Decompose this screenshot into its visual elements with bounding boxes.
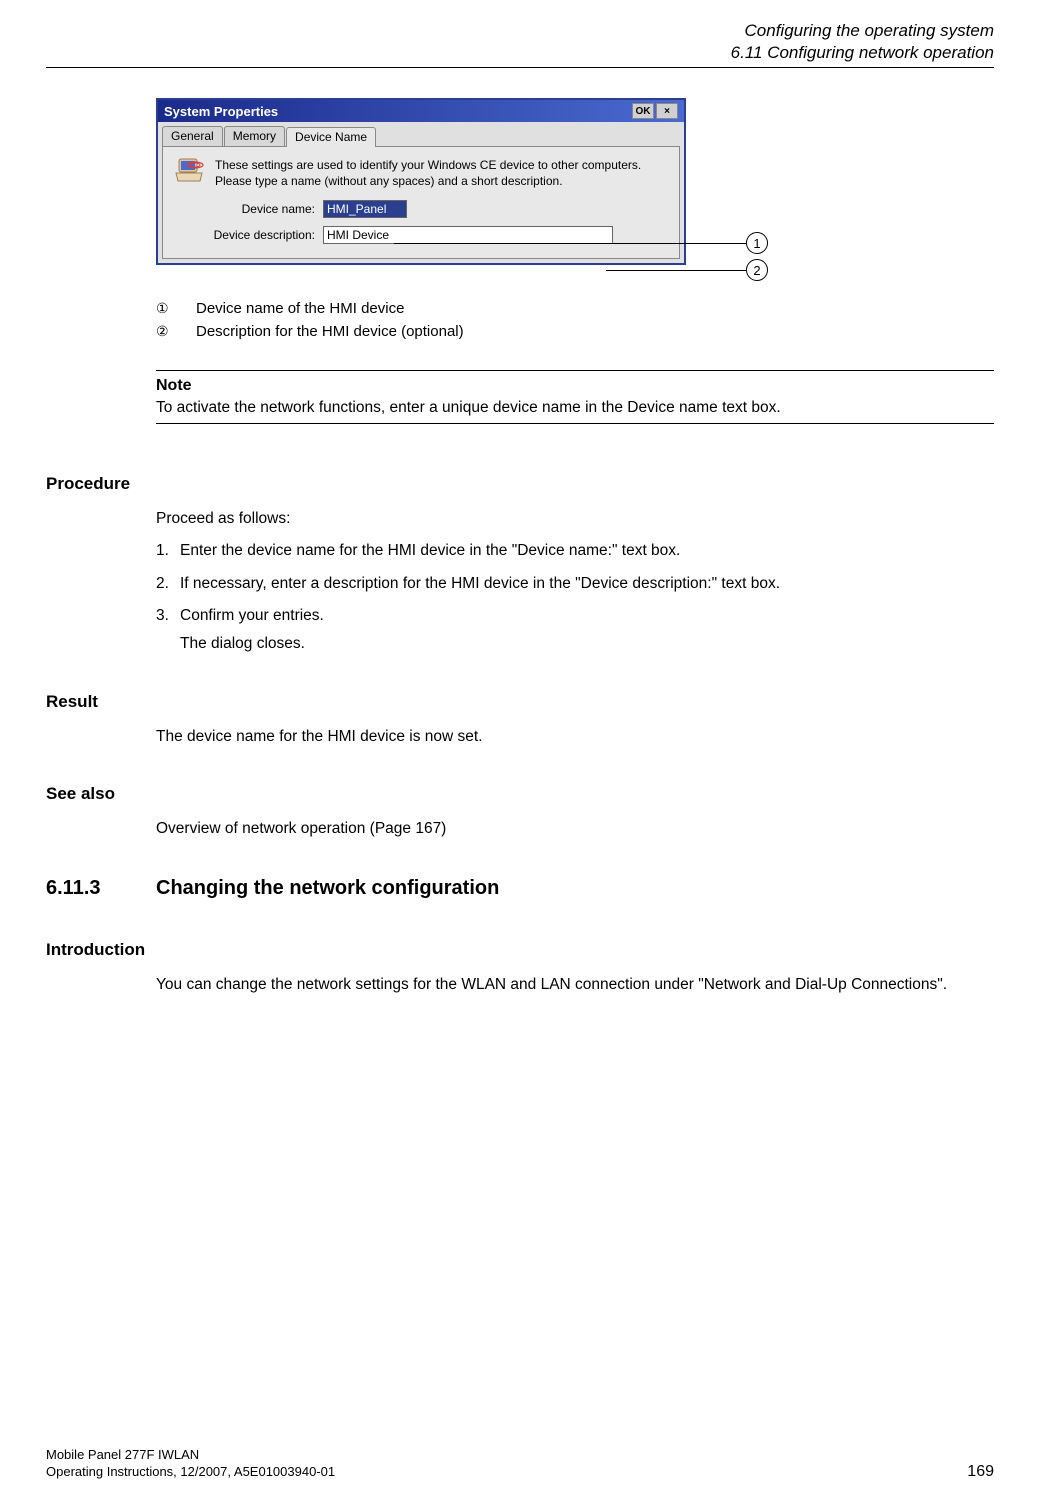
tab-device-name[interactable]: Device Name [286, 127, 376, 147]
legend-text-1: Device name of the HMI device [196, 300, 404, 317]
device-name-label: Device name: [173, 202, 323, 216]
close-button[interactable]: × [656, 103, 678, 119]
heading-see-also: See also [46, 784, 994, 804]
header-rule [46, 67, 994, 68]
dialog-title: System Properties [164, 104, 278, 119]
footer-product: Mobile Panel 277F IWLAN [46, 1446, 335, 1464]
callout-2: 2 [746, 259, 768, 281]
procedure-step-3b: The dialog closes. [180, 633, 994, 655]
tab-general[interactable]: General [162, 126, 223, 146]
procedure-step-3: Confirm your entries. [180, 605, 324, 627]
result-text: The device name for the HMI device is no… [156, 726, 994, 748]
device-description-input[interactable] [323, 226, 613, 244]
device-name-input[interactable] [323, 200, 407, 218]
running-header: Configuring the operating system 6.11 Co… [46, 20, 994, 64]
dialog-intro-text: These settings are used to identify your… [215, 157, 641, 189]
laptop-icon [173, 157, 205, 185]
dialog-tabs: General Memory Device Name [158, 122, 684, 146]
tab-panel-device-name: These settings are used to identify your… [162, 146, 680, 258]
note-label: Note [156, 377, 994, 395]
callout-line-2 [606, 270, 746, 271]
heading-procedure: Procedure [46, 474, 994, 494]
device-description-label: Device description: [173, 228, 323, 242]
system-properties-dialog: System Properties OK × General Memory De… [156, 98, 686, 264]
ok-button[interactable]: OK [632, 103, 654, 119]
chapter-number: 6.11.3 [46, 877, 156, 900]
header-line2: 6.11 Configuring network operation [46, 42, 994, 64]
heading-result: Result [46, 692, 994, 712]
tab-memory[interactable]: Memory [224, 126, 285, 146]
figure-legend: ① Device name of the HMI device ② Descri… [156, 300, 994, 340]
chapter-title: Changing the network configuration [156, 877, 499, 900]
see-also-text: Overview of network operation (Page 167) [156, 818, 994, 840]
header-line1: Configuring the operating system [46, 20, 994, 42]
footer-docinfo: Operating Instructions, 12/2007, A5E0100… [46, 1463, 335, 1481]
figure-system-properties: System Properties OK × General Memory De… [156, 98, 994, 264]
heading-introduction: Introduction [46, 940, 994, 960]
legend-text-2: Description for the HMI device (optional… [196, 323, 464, 340]
legend-num-1: ① [156, 300, 196, 317]
page-footer: Mobile Panel 277F IWLAN Operating Instru… [46, 1446, 994, 1481]
procedure-intro: Proceed as follows: [156, 508, 994, 530]
page-number: 169 [967, 1463, 994, 1481]
note-text: To activate the network functions, enter… [156, 399, 994, 417]
dialog-titlebar: System Properties OK × [158, 100, 684, 122]
callout-line-1 [394, 243, 746, 244]
note-block: Note To activate the network functions, … [156, 370, 994, 424]
heading-chapter-6-11-3: 6.11.3 Changing the network configuratio… [46, 877, 994, 900]
introduction-text: You can change the network settings for … [156, 974, 994, 996]
procedure-list: 1.Enter the device name for the HMI devi… [156, 540, 994, 656]
callout-1: 1 [746, 232, 768, 254]
legend-num-2: ② [156, 323, 196, 340]
procedure-step-2: If necessary, enter a description for th… [180, 573, 780, 595]
procedure-step-1: Enter the device name for the HMI device… [180, 540, 680, 562]
